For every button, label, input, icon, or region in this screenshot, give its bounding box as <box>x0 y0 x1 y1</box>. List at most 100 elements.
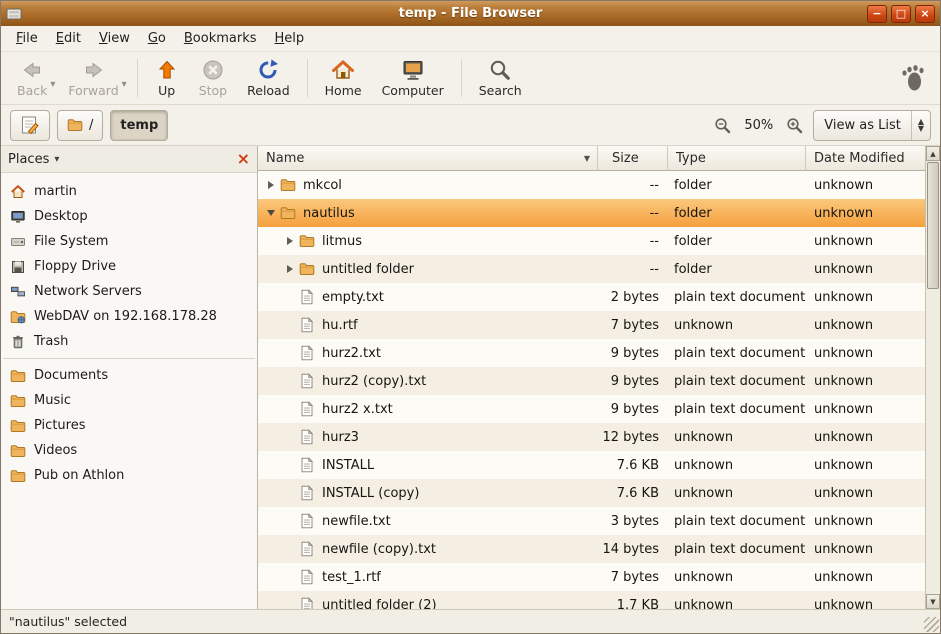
menu-item-view[interactable]: View <box>90 27 139 50</box>
file-name-label: hurz2.txt <box>322 346 381 361</box>
side-pane-selector[interactable]: Places <box>8 152 49 167</box>
file-type-cell: plain text document <box>668 290 806 305</box>
column-header-name[interactable]: Name▼ <box>258 146 598 171</box>
sidebar-item-webdav-on-192-168-178-28[interactable]: WebDAV on 192.168.178.28 <box>1 304 257 329</box>
sidebar-item-videos[interactable]: Videos <box>1 438 257 463</box>
status-text: "nautilus" selected <box>9 614 127 629</box>
file-row-test-1-rtf[interactable]: test_1.rtf7 bytesunknownunknown <box>258 563 925 591</box>
file-row-hurz3[interactable]: hurz312 bytesunknownunknown <box>258 423 925 451</box>
column-header-size[interactable]: Size <box>598 146 668 171</box>
sidebar-item-network-servers[interactable]: Network Servers <box>1 279 257 304</box>
file-name-label: newfile (copy).txt <box>322 542 436 557</box>
menu-bar: FileEditViewGoBookmarksHelp <box>1 26 940 52</box>
view-as-label: View as List <box>824 118 901 133</box>
file-modified-cell: unknown <box>806 178 925 193</box>
file-row-litmus[interactable]: litmus--folderunknown <box>258 227 925 255</box>
vertical-scrollbar[interactable]: ▲ ▼ <box>925 146 940 609</box>
toolbar-up-button[interactable]: Up <box>145 55 189 101</box>
sidebar-item-martin[interactable]: martin <box>1 179 257 204</box>
file-row-empty-txt[interactable]: empty.txt2 bytesplain text documentunkno… <box>258 283 925 311</box>
expanded-expander-icon[interactable] <box>262 210 279 216</box>
toolbar-reload-button[interactable]: Reload <box>237 55 300 101</box>
file-type-cell: plain text document <box>668 346 806 361</box>
zoom-in-button[interactable] <box>783 114 806 137</box>
sidebar-item-documents[interactable]: Documents <box>1 363 257 388</box>
file-name-cell: hu.rtf <box>258 317 598 333</box>
sidebar-item-pub-on-athlon[interactable]: Pub on Athlon <box>1 463 257 488</box>
file-row-install-copy[interactable]: INSTALL (copy)7.6 KBunknownunknown <box>258 479 925 507</box>
file-row-newfile-copy-txt[interactable]: newfile (copy).txt14 bytesplain text doc… <box>258 535 925 563</box>
sidebar-item-label: WebDAV on 192.168.178.28 <box>34 309 217 324</box>
menu-item-edit[interactable]: Edit <box>47 27 90 50</box>
folder-icon <box>299 233 315 249</box>
toolbar-stop-button: Stop <box>189 55 237 101</box>
menu-item-go[interactable]: Go <box>139 27 175 50</box>
file-row-hurz2-copy-txt[interactable]: hurz2 (copy).txt9 bytesplain text docume… <box>258 367 925 395</box>
toolbar-computer-button[interactable]: Computer <box>372 55 454 101</box>
toggle-location-entry-button[interactable] <box>10 110 50 141</box>
file-modified-cell: unknown <box>806 430 925 445</box>
file-row-nautilus[interactable]: nautilus--folderunknown <box>258 199 925 227</box>
forward-history-dropdown-icon[interactable]: ▾ <box>122 79 127 90</box>
path-current-label: temp <box>120 118 158 133</box>
menu-item-help[interactable]: Help <box>266 27 314 50</box>
collapsed-expander-icon[interactable] <box>262 181 279 189</box>
back-history-dropdown-icon[interactable]: ▾ <box>50 79 55 90</box>
file-row-hurz2-txt[interactable]: hurz2.txt9 bytesplain text documentunkno… <box>258 339 925 367</box>
title-bar[interactable]: temp - File Browser −□× <box>1 1 940 26</box>
sidebar-item-label: Documents <box>34 368 108 383</box>
toolbar-separator <box>461 59 462 97</box>
toolbar-home-button[interactable]: Home <box>315 55 372 101</box>
window-maximize-button[interactable]: □ <box>891 5 911 23</box>
file-row-install[interactable]: INSTALL7.6 KBunknownunknown <box>258 451 925 479</box>
file-row-untitled-folder-2[interactable]: untitled folder (2)1.7 KBunknownunknown <box>258 591 925 609</box>
search-icon <box>488 58 512 82</box>
path-current-button[interactable]: temp <box>110 110 168 141</box>
file-name-cell: hurz2 x.txt <box>258 401 598 417</box>
scrollbar-track[interactable] <box>926 161 940 594</box>
sidebar-item-pictures[interactable]: Pictures <box>1 413 257 438</box>
file-size-cell: 7.6 KB <box>598 458 668 473</box>
resize-grip[interactable] <box>924 617 939 632</box>
toolbar-button-label: Search <box>479 83 522 98</box>
file-name-cell: newfile.txt <box>258 513 598 529</box>
column-header-type[interactable]: Type <box>668 146 806 171</box>
path-root-button[interactable]: / <box>57 110 103 141</box>
file-row-mkcol[interactable]: mkcol--folderunknown <box>258 171 925 199</box>
file-type-cell: folder <box>668 262 806 277</box>
sidebar-item-label: Floppy Drive <box>34 259 116 274</box>
toolbar-button-label: Back <box>17 83 47 98</box>
file-row-newfile-txt[interactable]: newfile.txt3 bytesplain text documentunk… <box>258 507 925 535</box>
menu-item-file[interactable]: File <box>7 27 47 50</box>
collapsed-expander-icon[interactable] <box>281 237 298 245</box>
folder-icon <box>10 418 26 434</box>
file-row-hurz2-x-txt[interactable]: hurz2 x.txt9 bytesplain text documentunk… <box>258 395 925 423</box>
file-modified-cell: unknown <box>806 458 925 473</box>
sidebar-item-file-system[interactable]: File System <box>1 229 257 254</box>
sidebar-item-music[interactable]: Music <box>1 388 257 413</box>
window-close-button[interactable]: × <box>915 5 935 23</box>
file-row-untitled-folder[interactable]: untitled folder--folderunknown <box>258 255 925 283</box>
collapsed-expander-icon[interactable] <box>281 265 298 273</box>
scrollbar-thumb[interactable] <box>927 162 939 289</box>
view-as-selector[interactable]: View as List ▲▼ <box>813 110 931 141</box>
file-type-cell: unknown <box>668 430 806 445</box>
menu-item-bookmarks[interactable]: Bookmarks <box>175 27 266 50</box>
sidebar-item-floppy-drive[interactable]: Floppy Drive <box>1 254 257 279</box>
back-icon <box>20 58 44 82</box>
zoom-out-button[interactable] <box>711 114 734 137</box>
file-type-cell: unknown <box>668 598 806 610</box>
sidebar-item-desktop[interactable]: Desktop <box>1 204 257 229</box>
file-row-hu-rtf[interactable]: hu.rtf7 bytesunknownunknown <box>258 311 925 339</box>
file-type-cell: unknown <box>668 486 806 501</box>
toolbar-search-button[interactable]: Search <box>469 55 532 101</box>
file-size-cell: 14 bytes <box>598 542 668 557</box>
desktop-icon <box>10 209 26 225</box>
scroll-up-button[interactable]: ▲ <box>926 146 940 161</box>
sidebar-item-trash[interactable]: Trash <box>1 329 257 354</box>
window-minimize-button[interactable]: − <box>867 5 887 23</box>
scroll-down-button[interactable]: ▼ <box>926 594 940 609</box>
column-header-date-modified[interactable]: Date Modified <box>806 146 925 171</box>
file-name-cell: hurz2 (copy).txt <box>258 373 598 389</box>
close-side-pane-button[interactable]: × <box>237 152 250 166</box>
